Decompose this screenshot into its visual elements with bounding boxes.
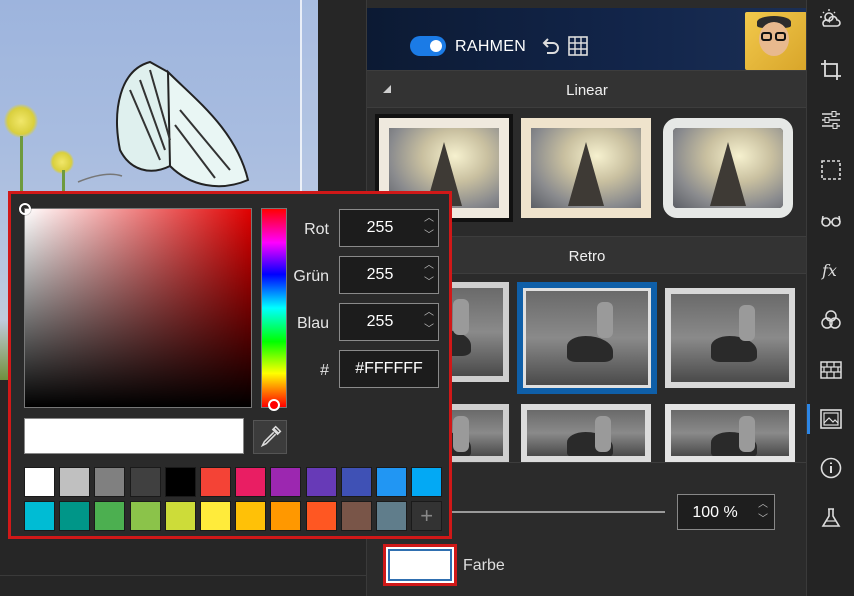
profile-avatar[interactable] bbox=[745, 12, 807, 70]
green-input[interactable]: 255 ︿ ﹀ bbox=[339, 256, 439, 294]
section-linear-label: Linear bbox=[566, 82, 608, 99]
image-frame-icon[interactable] bbox=[819, 407, 843, 431]
palette-swatch[interactable] bbox=[129, 467, 161, 497]
red-label: Rot bbox=[304, 221, 329, 238]
hex-value: #FFFFFF bbox=[355, 360, 423, 377]
palette-swatch[interactable] bbox=[164, 467, 196, 497]
palette-swatch[interactable] bbox=[164, 501, 196, 531]
color-label: Farbe bbox=[463, 557, 505, 574]
lab-flask-icon[interactable] bbox=[819, 506, 843, 530]
palette-swatch[interactable] bbox=[24, 501, 55, 531]
spin-up-icon[interactable]: ︿ bbox=[424, 307, 434, 319]
hex-input[interactable]: #FFFFFF bbox=[339, 350, 439, 388]
color-preview bbox=[24, 418, 244, 454]
palette-swatch[interactable] bbox=[305, 501, 337, 531]
color-circles-icon[interactable] bbox=[819, 308, 843, 332]
texture-grid-icon[interactable] bbox=[819, 358, 843, 382]
frame-toggle[interactable] bbox=[410, 36, 446, 56]
color-picker-popup: Rot 255 ︿ ﹀ Grün 255 ︿ ﹀ Blau 255 ︿ ﹀ # … bbox=[8, 191, 452, 539]
hex-label: # bbox=[320, 362, 329, 379]
saturation-value-area[interactable] bbox=[19, 203, 252, 408]
frame-thumb-retro-2-selected[interactable] bbox=[517, 282, 657, 394]
blue-input[interactable]: 255 ︿ ﹀ bbox=[339, 303, 439, 341]
red-value: 255 bbox=[366, 219, 394, 236]
spin-up-icon[interactable]: ︿ bbox=[424, 260, 434, 272]
palette-swatch[interactable] bbox=[305, 467, 337, 497]
glasses-icon[interactable] bbox=[819, 208, 843, 232]
weather-icon[interactable] bbox=[819, 8, 843, 32]
green-value: 255 bbox=[366, 266, 394, 283]
spin-down-icon[interactable]: ﹀ bbox=[424, 277, 434, 289]
frame-thumb-retro-5[interactable] bbox=[521, 404, 651, 462]
frame-thumb-linear-3[interactable] bbox=[663, 118, 793, 218]
palette-swatch[interactable] bbox=[94, 501, 126, 531]
palette-swatch[interactable] bbox=[24, 467, 55, 497]
palette-swatch[interactable] bbox=[340, 501, 372, 531]
palette-swatch[interactable] bbox=[235, 501, 267, 531]
palette-swatch[interactable] bbox=[235, 467, 267, 497]
color-swatch-button[interactable] bbox=[383, 544, 457, 586]
hue-knob[interactable] bbox=[268, 399, 280, 411]
blue-label: Blau bbox=[296, 315, 329, 332]
section-linear-header[interactable]: Linear bbox=[367, 70, 807, 108]
frame-title: RAHMEN bbox=[455, 38, 527, 55]
fx-icon[interactable]: fx bbox=[819, 258, 843, 282]
selection-icon[interactable] bbox=[819, 158, 843, 182]
red-input[interactable]: 255 ︿ ﹀ bbox=[339, 209, 439, 247]
palette-swatch[interactable] bbox=[270, 501, 302, 531]
green-label: Grün bbox=[293, 268, 329, 285]
svg-text:fx: fx bbox=[821, 261, 837, 280]
opacity-input[interactable]: 100 % ︿ ﹀ bbox=[677, 494, 775, 530]
adjust-sliders-icon[interactable] bbox=[819, 108, 843, 132]
spin-down-icon[interactable]: ﹀ bbox=[756, 513, 770, 527]
grid-icon[interactable] bbox=[567, 35, 589, 57]
palette-swatch[interactable] bbox=[411, 467, 443, 497]
palette-swatch[interactable] bbox=[59, 467, 91, 497]
undo-icon[interactable] bbox=[539, 35, 561, 57]
spin-up-icon[interactable]: ︿ bbox=[424, 213, 434, 225]
app-window: RAHMEN Linear Retro 100 % ︿ ﹀ Farbe fx R… bbox=[0, 0, 854, 596]
divider bbox=[0, 575, 366, 576]
frame-thumb-retro-3[interactable] bbox=[665, 288, 795, 388]
active-tool-indicator bbox=[807, 404, 810, 434]
palette-swatch[interactable] bbox=[129, 501, 161, 531]
frame-thumb-linear-2[interactable] bbox=[521, 118, 651, 218]
palette-swatch[interactable] bbox=[270, 467, 302, 497]
add-color-button[interactable]: + bbox=[411, 501, 443, 531]
blue-value: 255 bbox=[366, 313, 394, 330]
palette-swatch[interactable] bbox=[340, 467, 372, 497]
spin-down-icon[interactable]: ﹀ bbox=[424, 324, 434, 336]
spin-up-icon[interactable]: ︿ bbox=[756, 498, 770, 512]
opacity-value: 100 % bbox=[692, 504, 738, 521]
palette-swatch[interactable] bbox=[200, 501, 231, 531]
frame-thumb-retro-6[interactable] bbox=[665, 404, 795, 462]
crop-icon[interactable] bbox=[819, 58, 843, 82]
palette-swatch[interactable] bbox=[200, 467, 231, 497]
palette-swatch[interactable] bbox=[376, 501, 407, 531]
frame-header: RAHMEN bbox=[367, 8, 807, 70]
hue-slider[interactable] bbox=[261, 208, 287, 411]
info-icon[interactable] bbox=[819, 456, 843, 480]
palette-swatch[interactable] bbox=[59, 501, 91, 531]
tool-rail: fx bbox=[806, 0, 854, 596]
palette-swatch[interactable] bbox=[376, 467, 407, 497]
opacity-slider[interactable] bbox=[451, 511, 665, 513]
eyedropper-icon[interactable] bbox=[253, 420, 287, 454]
sv-cursor[interactable] bbox=[19, 203, 31, 215]
palette-swatch[interactable] bbox=[94, 467, 126, 497]
spin-down-icon[interactable]: ﹀ bbox=[424, 230, 434, 242]
